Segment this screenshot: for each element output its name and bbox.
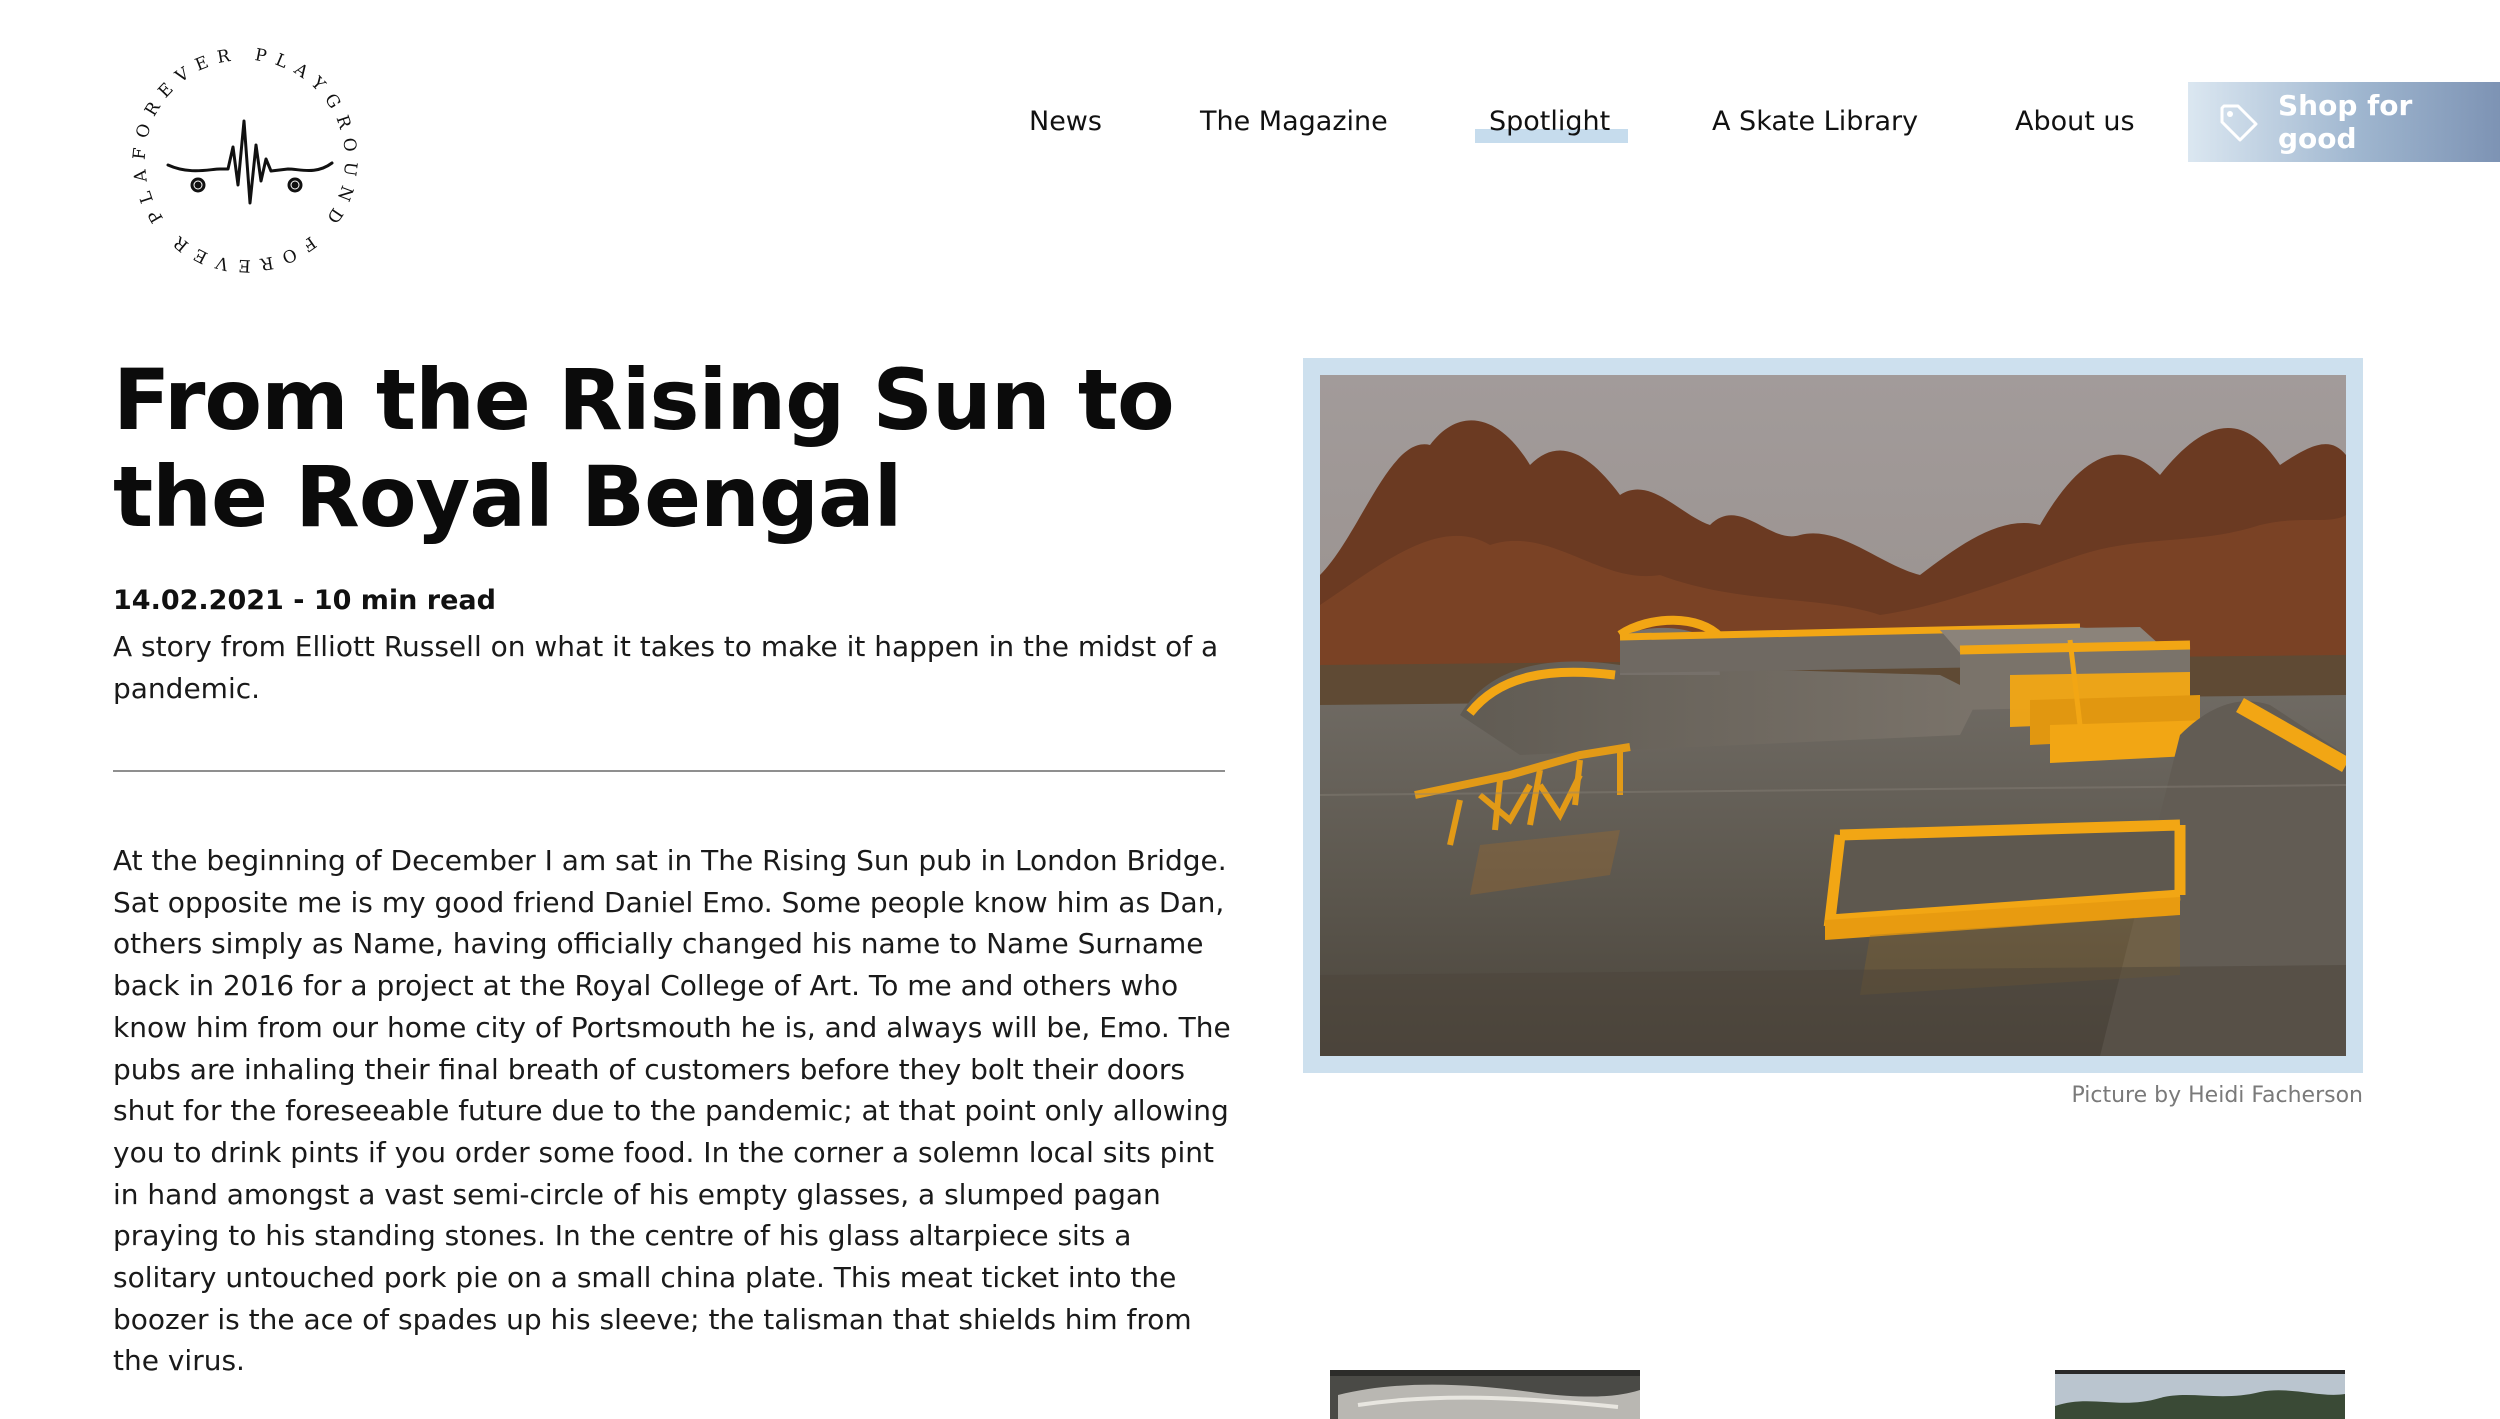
nav-item-a-skate-library[interactable]: A Skate Library: [1712, 102, 1918, 142]
thumbnail-photo: [1318, 1335, 1668, 1419]
image-caption: Picture by Heidi Facherson: [2071, 1083, 2364, 1108]
hero-image-frame: [1303, 358, 2363, 1073]
thumbnail-photo: [2030, 1340, 2360, 1419]
skatepark-photo: [1320, 375, 2346, 1056]
shop-for-good-button[interactable]: Shop for good: [2188, 82, 2500, 162]
nav-item-about-us[interactable]: About us: [2015, 102, 2135, 142]
section-divider: [113, 770, 1225, 772]
nav-item-the-magazine[interactable]: The Magazine: [1200, 102, 1388, 142]
shop-button-label: Shop for good: [2278, 89, 2413, 155]
article-title: From the Rising Sun to the Royal Bengal: [113, 351, 1175, 546]
tag-icon: [2216, 100, 2260, 144]
gallery-thumbnail[interactable]: [2030, 1340, 2360, 1419]
main-navigation: News The Magazine Spotlight A Skate Libr…: [0, 82, 2500, 162]
nav-item-spotlight[interactable]: Spotlight: [1475, 102, 1629, 143]
nav-item-spotlight-label: Spotlight: [1489, 106, 1611, 137]
gallery-thumbnail[interactable]: [1318, 1335, 1668, 1419]
article-body: At the beginning of December I am sat in…: [113, 844, 1231, 1378]
nav-item-news[interactable]: News: [1029, 102, 1102, 142]
article-subtitle: A story from Elliott Russell on what it …: [113, 630, 1219, 705]
article-meta: 14.02.2021 - 10 min read: [113, 585, 496, 616]
